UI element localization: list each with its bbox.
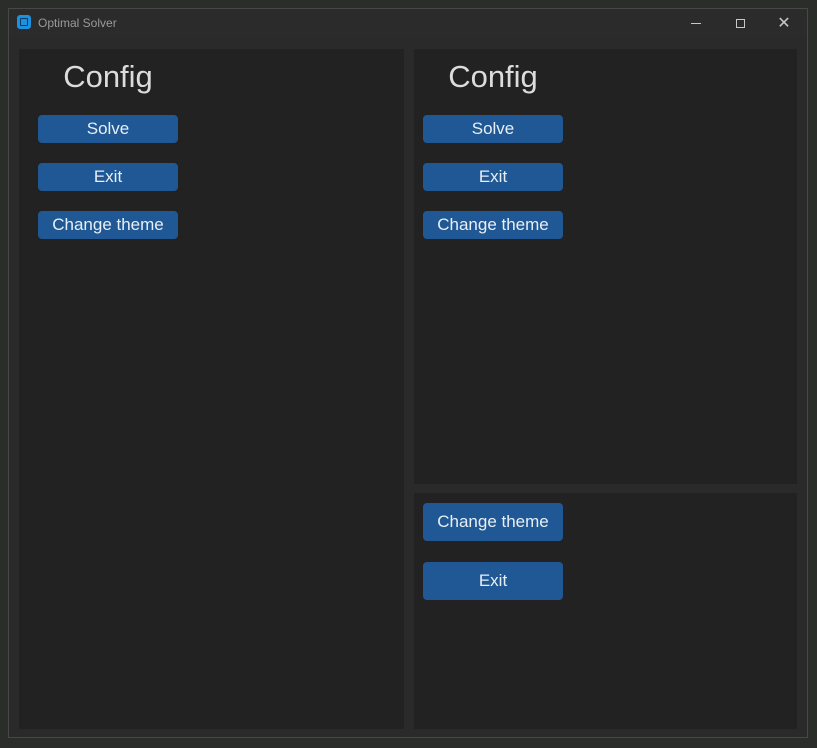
change-theme-button[interactable]: Change theme [38, 211, 178, 239]
left-config-panel: Config Solve Exit Change theme [19, 49, 404, 729]
solve-button[interactable]: Solve [423, 115, 563, 143]
minimize-button[interactable] [674, 9, 718, 38]
window-title: Optimal Solver [38, 16, 117, 30]
close-icon: ✕ [777, 14, 791, 32]
app-window: Optimal Solver ✕ Config Solve Exit Chang… [8, 8, 808, 738]
change-theme-button[interactable]: Change theme [423, 211, 563, 239]
exit-button[interactable]: Exit [423, 562, 563, 600]
change-theme-button[interactable]: Change theme [423, 503, 563, 541]
exit-button[interactable]: Exit [38, 163, 178, 191]
title-bar[interactable]: Optimal Solver ✕ [9, 9, 807, 38]
right-actions-panel: Change theme Exit [414, 493, 797, 729]
close-button[interactable]: ✕ [762, 9, 806, 38]
config-title: Config [63, 59, 153, 94]
maximize-button[interactable] [718, 9, 762, 38]
maximize-icon [735, 19, 745, 28]
app-logo-icon [17, 15, 31, 29]
config-title: Config [448, 59, 538, 94]
right-config-panel: Config Solve Exit Change theme [414, 49, 797, 484]
exit-button[interactable]: Exit [423, 163, 563, 191]
minimize-icon [691, 23, 701, 24]
solve-button[interactable]: Solve [38, 115, 178, 143]
